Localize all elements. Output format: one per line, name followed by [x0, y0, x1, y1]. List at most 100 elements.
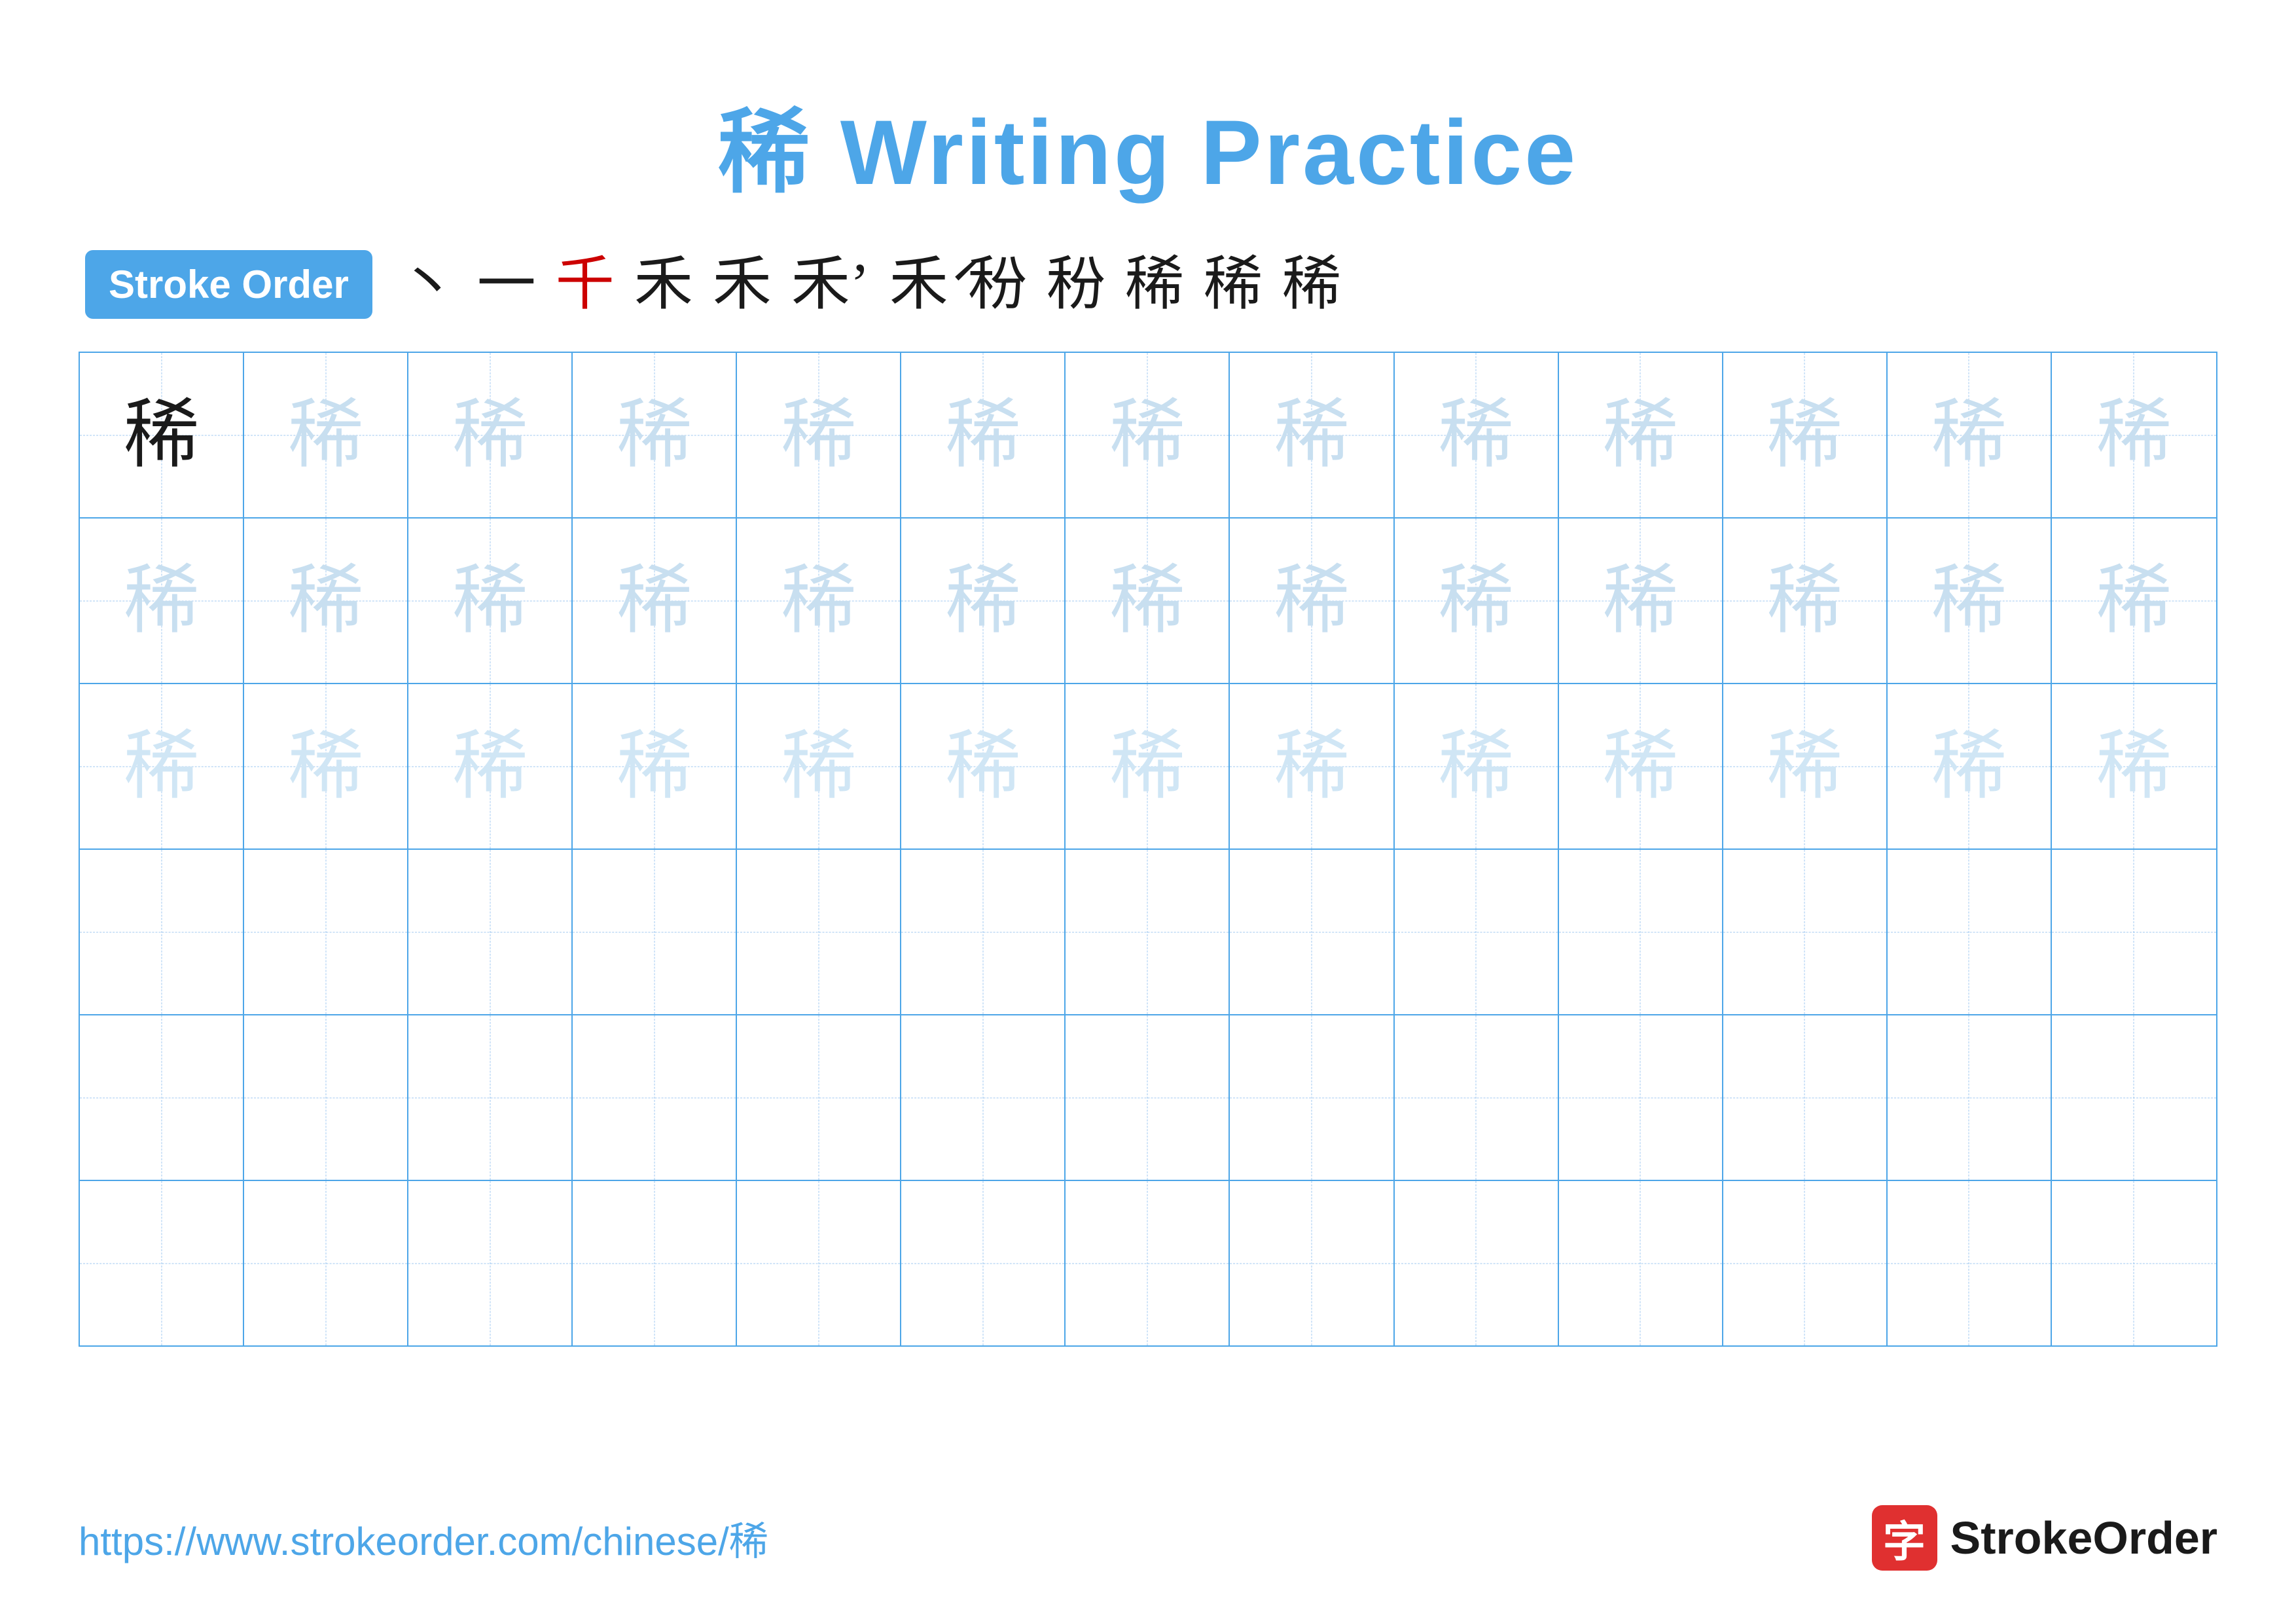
logo-text: StrokeOrder	[1950, 1512, 2217, 1564]
grid-row-5	[80, 1015, 2216, 1181]
cell-5-7[interactable]	[1066, 1015, 1230, 1180]
cell-1-12[interactable]: 稀	[1888, 353, 2052, 517]
cell-5-3[interactable]	[408, 1015, 573, 1180]
cell-1-10[interactable]: 稀	[1559, 353, 1723, 517]
cell-1-2[interactable]: 稀	[244, 353, 408, 517]
cell-4-1[interactable]	[80, 850, 244, 1014]
cell-6-10[interactable]	[1559, 1181, 1723, 1345]
cell-4-13[interactable]	[2052, 850, 2216, 1014]
cell-5-8[interactable]	[1230, 1015, 1394, 1180]
cell-1-8[interactable]: 稀	[1230, 353, 1394, 517]
cell-2-7[interactable]: 稀	[1066, 519, 1230, 683]
cell-2-1[interactable]: 稀	[80, 519, 244, 683]
char-1-11: 稀	[1767, 397, 1842, 473]
cell-4-11[interactable]	[1723, 850, 1888, 1014]
cell-2-11[interactable]: 稀	[1723, 519, 1888, 683]
cell-3-11[interactable]: 稀	[1723, 684, 1888, 848]
stroke-1: 丶	[399, 255, 457, 314]
cell-4-3[interactable]	[408, 850, 573, 1014]
cell-2-12[interactable]: 稀	[1888, 519, 2052, 683]
cell-2-5[interactable]: 稀	[737, 519, 901, 683]
cell-5-6[interactable]	[901, 1015, 1066, 1180]
footer-logo: 字 StrokeOrder	[1872, 1505, 2217, 1571]
cell-6-3[interactable]	[408, 1181, 573, 1345]
char-1-1: 稀	[124, 397, 199, 473]
cell-6-11[interactable]	[1723, 1181, 1888, 1345]
cell-3-8[interactable]: 稀	[1230, 684, 1394, 848]
cell-1-3[interactable]: 稀	[408, 353, 573, 517]
cell-6-12[interactable]	[1888, 1181, 2052, 1345]
cell-4-9[interactable]	[1395, 850, 1559, 1014]
cell-5-4[interactable]	[573, 1015, 737, 1180]
cell-5-10[interactable]	[1559, 1015, 1723, 1180]
char-1-12: 稀	[1931, 397, 2007, 473]
stroke-5: 禾	[713, 255, 772, 314]
cell-5-11[interactable]	[1723, 1015, 1888, 1180]
cell-5-5[interactable]	[737, 1015, 901, 1180]
cell-5-9[interactable]	[1395, 1015, 1559, 1180]
cell-5-2[interactable]	[244, 1015, 408, 1180]
cell-2-2[interactable]: 稀	[244, 519, 408, 683]
cell-2-9[interactable]: 稀	[1395, 519, 1559, 683]
cell-3-7[interactable]: 稀	[1066, 684, 1230, 848]
cell-4-8[interactable]	[1230, 850, 1394, 1014]
cell-1-13[interactable]: 稀	[2052, 353, 2216, 517]
cell-5-13[interactable]	[2052, 1015, 2216, 1180]
cell-6-4[interactable]	[573, 1181, 737, 1345]
title-english: Writing Practice	[812, 101, 1578, 204]
char-1-3: 稀	[452, 397, 528, 473]
cell-4-2[interactable]	[244, 850, 408, 1014]
cell-1-11[interactable]: 稀	[1723, 353, 1888, 517]
cell-4-7[interactable]	[1066, 850, 1230, 1014]
cell-4-10[interactable]	[1559, 850, 1723, 1014]
cell-6-6[interactable]	[901, 1181, 1066, 1345]
char-3-13: 稀	[2096, 729, 2172, 804]
cell-2-4[interactable]: 稀	[573, 519, 737, 683]
cell-3-3[interactable]: 稀	[408, 684, 573, 848]
cell-5-1[interactable]	[80, 1015, 244, 1180]
cell-3-5[interactable]: 稀	[737, 684, 901, 848]
cell-2-3[interactable]: 稀	[408, 519, 573, 683]
cell-2-13[interactable]: 稀	[2052, 519, 2216, 683]
cell-4-5[interactable]	[737, 850, 901, 1014]
cell-1-9[interactable]: 稀	[1395, 353, 1559, 517]
cell-3-2[interactable]: 稀	[244, 684, 408, 848]
cell-6-7[interactable]	[1066, 1181, 1230, 1345]
cell-6-9[interactable]	[1395, 1181, 1559, 1345]
cell-2-8[interactable]: 稀	[1230, 519, 1394, 683]
char-2-11: 稀	[1767, 563, 1842, 638]
stroke-12: 稀	[1282, 255, 1341, 314]
char-2-13: 稀	[2096, 563, 2172, 638]
cell-3-6[interactable]: 稀	[901, 684, 1066, 848]
char-2-1: 稀	[124, 563, 199, 638]
cell-1-1[interactable]: 稀	[80, 353, 244, 517]
cell-6-8[interactable]	[1230, 1181, 1394, 1345]
cell-6-1[interactable]	[80, 1181, 244, 1345]
cell-1-4[interactable]: 稀	[573, 353, 737, 517]
cell-1-7[interactable]: 稀	[1066, 353, 1230, 517]
cell-2-10[interactable]: 稀	[1559, 519, 1723, 683]
cell-3-13[interactable]: 稀	[2052, 684, 2216, 848]
cell-3-4[interactable]: 稀	[573, 684, 737, 848]
char-3-4: 稀	[617, 729, 692, 804]
cell-5-12[interactable]	[1888, 1015, 2052, 1180]
cell-2-6[interactable]: 稀	[901, 519, 1066, 683]
cell-6-13[interactable]	[2052, 1181, 2216, 1345]
cell-1-5[interactable]: 稀	[737, 353, 901, 517]
cell-6-5[interactable]	[737, 1181, 901, 1345]
cell-1-6[interactable]: 稀	[901, 353, 1066, 517]
char-1-5: 稀	[781, 397, 856, 473]
cell-6-2[interactable]	[244, 1181, 408, 1345]
char-1-7: 稀	[1109, 397, 1185, 473]
cell-3-10[interactable]: 稀	[1559, 684, 1723, 848]
char-3-5: 稀	[781, 729, 856, 804]
cell-4-12[interactable]	[1888, 850, 2052, 1014]
footer-url[interactable]: https://www.strokeorder.com/chinese/稀	[79, 1510, 768, 1567]
char-3-6: 稀	[945, 729, 1020, 804]
cell-4-4[interactable]	[573, 850, 737, 1014]
cell-4-6[interactable]	[901, 850, 1066, 1014]
cell-3-12[interactable]: 稀	[1888, 684, 2052, 848]
cell-3-9[interactable]: 稀	[1395, 684, 1559, 848]
char-2-9: 稀	[1439, 563, 1514, 638]
cell-3-1[interactable]: 稀	[80, 684, 244, 848]
